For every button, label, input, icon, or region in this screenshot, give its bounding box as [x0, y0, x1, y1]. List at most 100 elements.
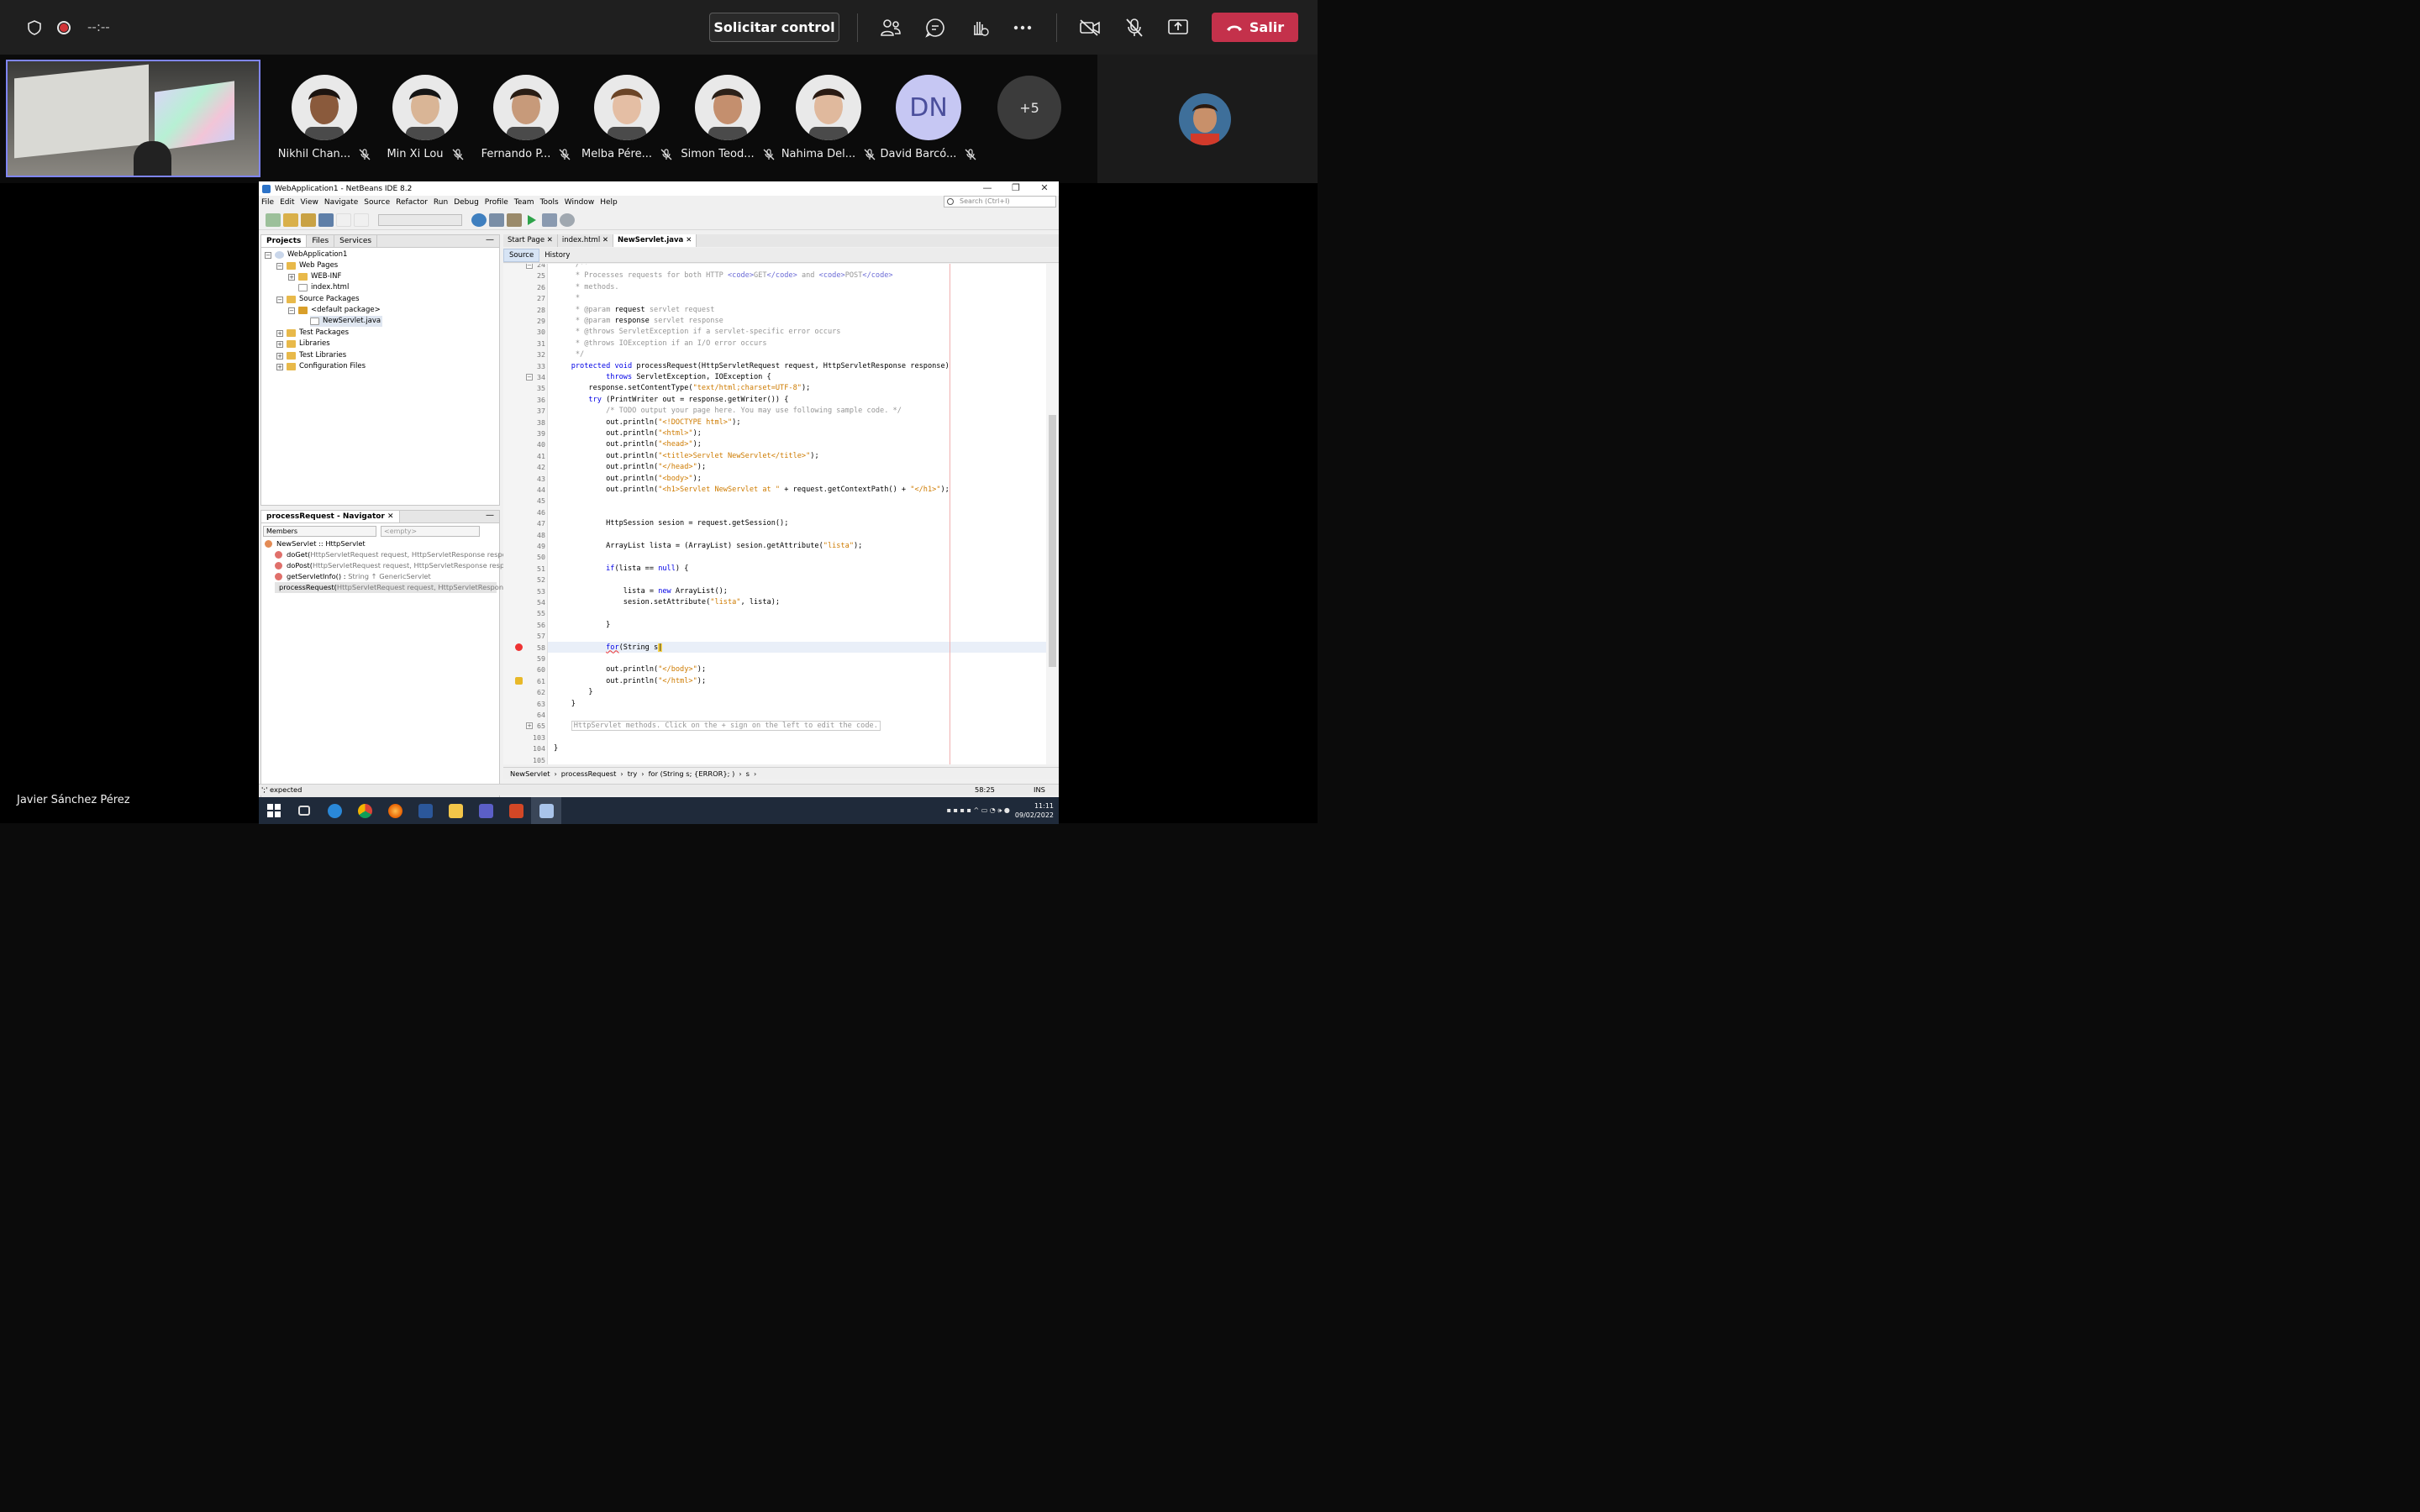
- tree-item[interactable]: − Source Packages: [276, 294, 360, 305]
- fold-toggle-icon[interactable]: +: [526, 722, 533, 729]
- mic-off-icon[interactable]: [1122, 15, 1147, 40]
- profile-icon[interactable]: [560, 213, 575, 227]
- tree-item-selected[interactable]: NewServlet.java: [310, 316, 383, 327]
- tree-item[interactable]: + Test Libraries: [276, 350, 346, 361]
- file-explorer-icon[interactable]: [440, 797, 471, 824]
- new-file-icon[interactable]: [266, 213, 281, 227]
- code-line[interactable]: out.println("<title>Servlet NewServlet</…: [554, 452, 819, 460]
- tree-item[interactable]: − Web Pages: [276, 260, 338, 271]
- tab-start-page[interactable]: Start Page ✕: [503, 234, 558, 247]
- chrome-icon[interactable]: [350, 797, 380, 824]
- code-line[interactable]: * methods.: [554, 283, 619, 291]
- tree-item[interactable]: + WEB-INF: [288, 271, 341, 282]
- more-options-icon[interactable]: [1010, 15, 1035, 40]
- code-line[interactable]: out.println("</body>");: [554, 665, 706, 674]
- navigator-member-selected[interactable]: processRequest(HttpServletRequest reques…: [275, 582, 521, 593]
- shield-icon[interactable]: [24, 17, 45, 39]
- code-line[interactable]: response.setContentType("text/html;chars…: [554, 384, 810, 392]
- menu-item-source[interactable]: Source: [364, 198, 390, 207]
- participant-tile[interactable]: Min Xi Lou: [375, 75, 476, 160]
- share-screen-icon[interactable]: [1165, 15, 1191, 40]
- firefox-icon[interactable]: [380, 797, 410, 824]
- code-line[interactable]: * Processes requests for both HTTP <code…: [554, 271, 893, 280]
- fold-toggle-icon[interactable]: −: [526, 264, 533, 269]
- tree-item[interactable]: index.html: [298, 282, 349, 293]
- tree-item[interactable]: + Configuration Files: [276, 361, 366, 372]
- code-line[interactable]: *: [554, 294, 580, 302]
- error-icon[interactable]: [515, 643, 523, 651]
- minimize-panel-icon[interactable]: —: [486, 511, 494, 520]
- minimize-icon[interactable]: —: [973, 181, 1002, 196]
- navigator-member[interactable]: doPost(HttpServletRequest request, HttpS…: [275, 560, 523, 571]
- run-icon[interactable]: [524, 213, 539, 227]
- participant-tile[interactable]: Fernando P...: [476, 75, 576, 160]
- code-line[interactable]: HttpServlet methods. Click on the + sign…: [554, 721, 881, 732]
- code-line[interactable]: out.println("<h1>Servlet NewServlet at "…: [554, 486, 950, 494]
- code-line[interactable]: if(lista == null) {: [554, 564, 688, 573]
- classroom-video-tile[interactable]: [6, 60, 260, 177]
- minimize-panel-icon[interactable]: —: [486, 235, 494, 244]
- clock[interactable]: 11:11 09/02/2022: [1015, 801, 1054, 820]
- code-line[interactable]: out.println("</html>");: [554, 677, 706, 685]
- breadcrumb-item[interactable]: NewServlet: [510, 769, 550, 778]
- menu-item-edit[interactable]: Edit: [280, 198, 294, 207]
- save-all-icon[interactable]: [318, 213, 334, 227]
- code-line[interactable]: }: [554, 688, 592, 696]
- code-line[interactable]: }: [554, 744, 558, 753]
- camera-off-icon[interactable]: [1077, 15, 1102, 40]
- maximize-icon[interactable]: ❐: [1002, 181, 1030, 196]
- code-line[interactable]: out.println("</head>");: [554, 463, 706, 471]
- code-line[interactable]: for(String s|: [554, 643, 663, 652]
- breadcrumb-item[interactable]: s: [746, 769, 750, 778]
- code-line[interactable]: ArrayList lista = (ArrayList) sesion.get…: [554, 542, 862, 550]
- code-line[interactable]: * @param response servlet response: [554, 317, 723, 325]
- chat-icon[interactable]: [923, 15, 948, 40]
- tree-item[interactable]: + Test Packages: [276, 328, 349, 339]
- tray-icons[interactable]: ▪ ▪ ▪ ▪ ^ ▭ ◔ 🕪 ●: [947, 806, 1010, 815]
- undo-icon[interactable]: [336, 213, 351, 227]
- menu-item-tools[interactable]: Tools: [540, 198, 559, 207]
- warning-icon[interactable]: [515, 677, 523, 685]
- redo-icon[interactable]: [354, 213, 369, 227]
- code-line[interactable]: out.println("<body>");: [554, 475, 702, 483]
- code-editor[interactable]: 24 25 26 27 28 29 30 31 32 33 34 35 36 37 38 39 40 41 42 43…: [503, 264, 1046, 764]
- open-project-icon[interactable]: [301, 213, 316, 227]
- menu-item-refactor[interactable]: Refactor: [396, 198, 428, 207]
- menu-item-help[interactable]: Help: [600, 198, 618, 207]
- clean-build-icon[interactable]: [507, 213, 522, 227]
- code-line[interactable]: /**: [554, 264, 589, 269]
- close-icon[interactable]: ✕: [1030, 181, 1059, 196]
- reactions-icon[interactable]: [966, 15, 992, 40]
- participant-tile[interactable]: Nahima Del...: [778, 75, 879, 160]
- menu-item-window[interactable]: Window: [565, 198, 595, 207]
- tab-navigator[interactable]: processRequest - Navigator ✕: [261, 511, 400, 522]
- request-control-button[interactable]: Solicitar control: [709, 13, 839, 42]
- code-line[interactable]: /* TODO output your page here. You may u…: [554, 407, 902, 415]
- vertical-scrollbar[interactable]: [1046, 264, 1059, 764]
- more-participants-button[interactable]: +5: [997, 76, 1061, 139]
- start-icon[interactable]: [259, 797, 289, 824]
- code-line[interactable]: }: [554, 621, 610, 629]
- code-line[interactable]: */: [554, 350, 584, 359]
- tree-item[interactable]: + Libraries: [276, 339, 330, 349]
- menu-item-file[interactable]: File: [261, 198, 274, 207]
- code-line[interactable]: * @param request servlet request: [554, 306, 715, 314]
- menu-item-view[interactable]: View: [301, 198, 318, 207]
- leave-button[interactable]: Salir: [1212, 13, 1298, 42]
- code-line[interactable]: * @throws ServletException if a servlet-…: [554, 328, 841, 336]
- new-project-icon[interactable]: [283, 213, 298, 227]
- build-icon[interactable]: [489, 213, 504, 227]
- breadcrumb-item[interactable]: try: [628, 769, 638, 778]
- participant-tile[interactable]: Nikhil Chan...: [274, 75, 375, 160]
- tab-index-html[interactable]: index.html ✕: [558, 234, 614, 247]
- debug-icon[interactable]: [542, 213, 557, 227]
- tab-services[interactable]: Services: [334, 235, 378, 247]
- menu-item-profile[interactable]: Profile: [485, 198, 508, 207]
- code-line[interactable]: }: [554, 700, 576, 708]
- tree-item[interactable]: − <default package>: [288, 305, 381, 316]
- search-input[interactable]: Search (Ctrl+I): [944, 196, 1056, 207]
- code-line[interactable]: throws ServletException, IOException {: [554, 373, 771, 381]
- code-line[interactable]: protected void processRequest(HttpServle…: [554, 362, 950, 370]
- participant-tile[interactable]: DN David Barcó...: [878, 75, 979, 160]
- history-view-button[interactable]: History: [539, 249, 575, 261]
